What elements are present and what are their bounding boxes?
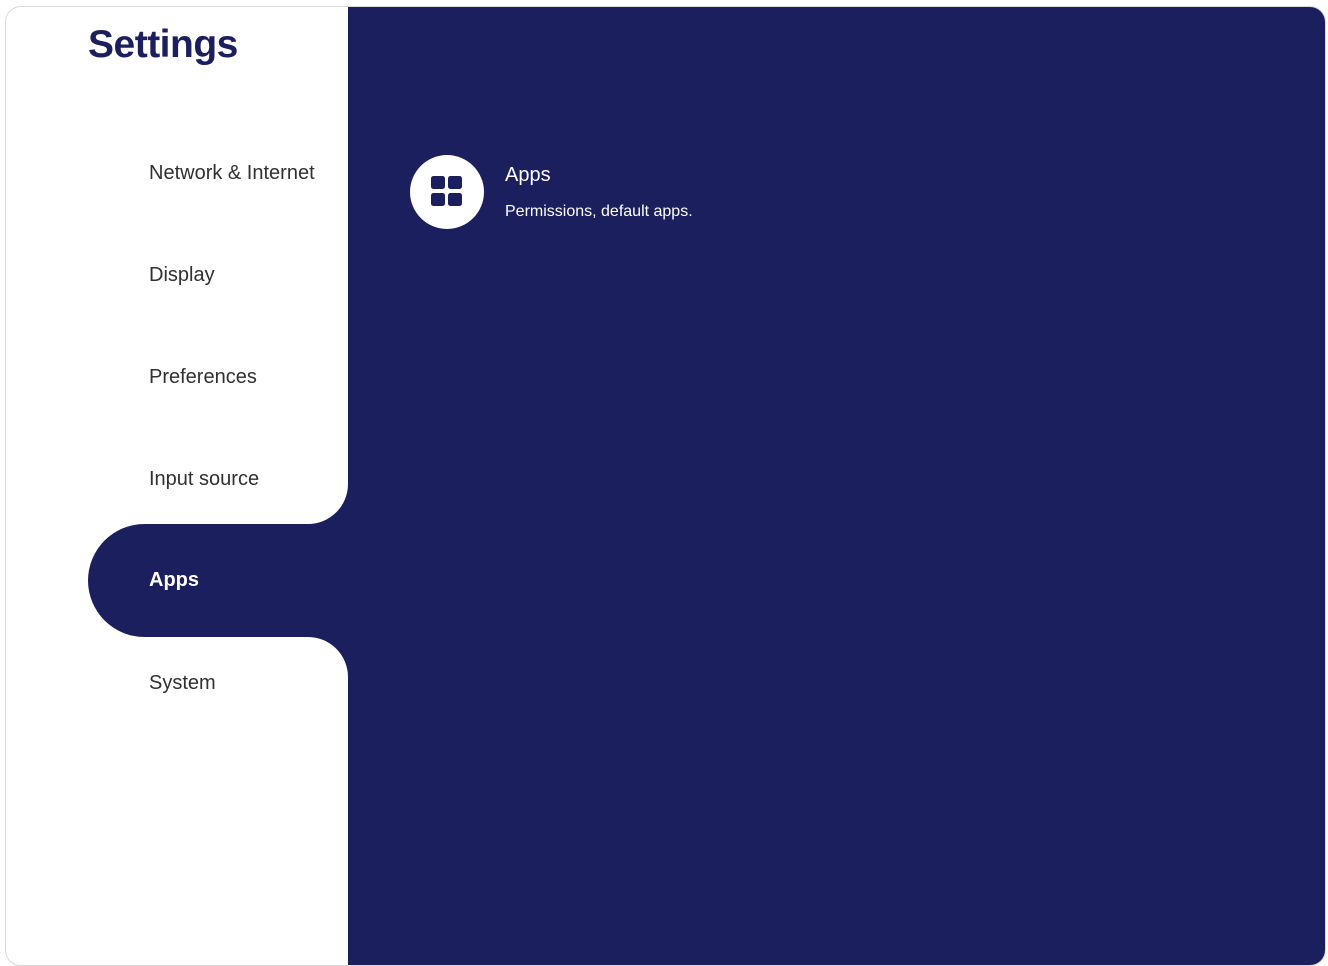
- sidebar-item-apps[interactable]: Apps: [88, 524, 348, 637]
- sidebar-item-display[interactable]: Display: [149, 264, 215, 287]
- settings-window: Apps Permissions, default apps. Settings…: [5, 6, 1326, 966]
- apps-grid-icon: [410, 155, 484, 229]
- selected-tab-curve-bottom: [308, 637, 348, 678]
- sidebar-item-input-source[interactable]: Input source: [149, 468, 259, 491]
- selected-tab-curve-top: [308, 483, 348, 524]
- page-title: Settings: [88, 23, 238, 66]
- main-content-panel: Apps Permissions, default apps.: [348, 7, 1325, 965]
- sidebar: Settings Network & Internet Display Pref…: [6, 7, 348, 965]
- sidebar-item-apps-label: Apps: [149, 569, 199, 591]
- apps-entry-title: Apps: [505, 164, 551, 186]
- apps-entry-subtitle: Permissions, default apps.: [505, 203, 693, 220]
- sidebar-item-system[interactable]: System: [149, 672, 216, 695]
- apps-entry[interactable]: Apps Permissions, default apps.: [410, 155, 810, 235]
- sidebar-item-preferences[interactable]: Preferences: [149, 366, 257, 389]
- sidebar-item-network-internet[interactable]: Network & Internet: [149, 162, 315, 185]
